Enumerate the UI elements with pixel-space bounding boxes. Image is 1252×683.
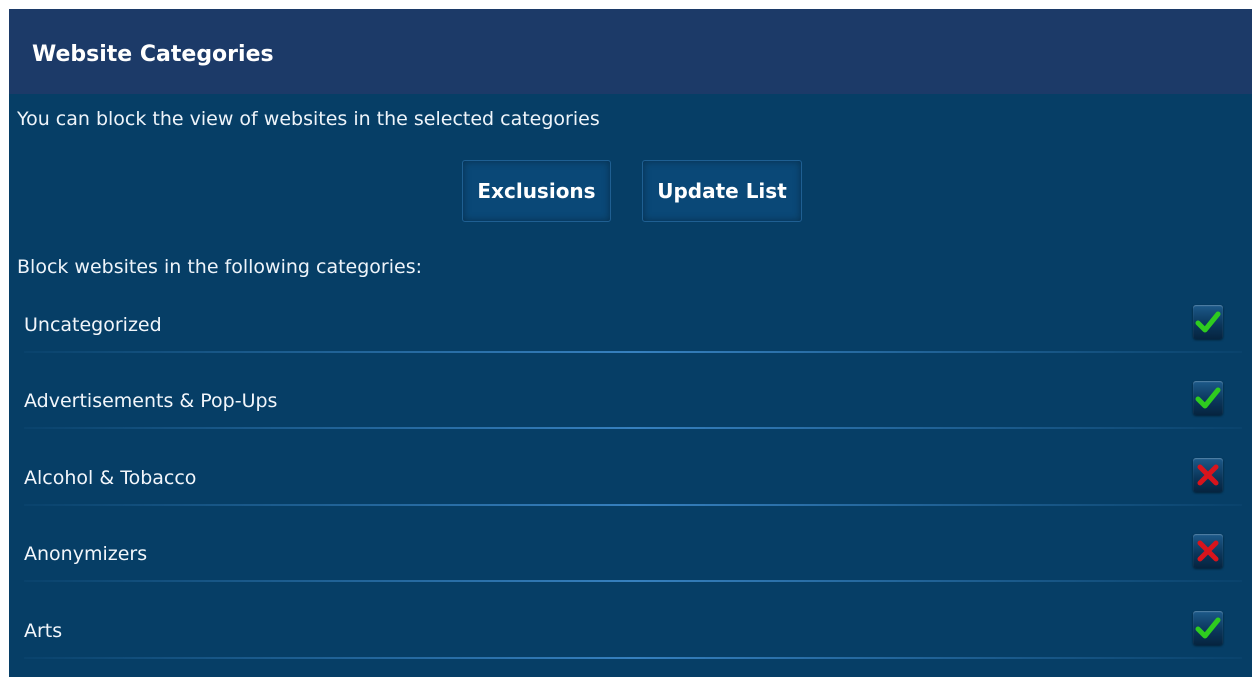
cross-icon xyxy=(1197,464,1219,486)
description-text: You can block the view of websites in th… xyxy=(17,108,600,130)
section-label: Block websites in the following categori… xyxy=(17,256,423,278)
website-categories-panel: Website Categories You can block the vie… xyxy=(9,9,1252,677)
row-divider xyxy=(24,580,1242,582)
category-row-uncategorized[interactable]: Uncategorized xyxy=(9,301,1252,377)
check-icon xyxy=(1195,617,1221,639)
category-row-anonymizers[interactable]: Anonymizers xyxy=(9,530,1252,606)
page-title: Website Categories xyxy=(32,42,274,67)
category-toggle[interactable] xyxy=(1193,534,1223,568)
panel-header: Website Categories xyxy=(9,9,1252,94)
category-toggle[interactable] xyxy=(1193,381,1223,415)
exclusions-button[interactable]: Exclusions xyxy=(462,160,611,222)
category-label: Advertisements & Pop-Ups xyxy=(24,390,278,412)
category-row-arts[interactable]: Arts xyxy=(9,607,1252,683)
row-divider xyxy=(24,351,1242,353)
category-label: Uncategorized xyxy=(24,314,162,336)
category-toggle[interactable] xyxy=(1193,458,1223,492)
cross-icon xyxy=(1197,540,1219,562)
category-label: Arts xyxy=(24,620,63,642)
row-divider xyxy=(24,504,1242,506)
check-icon xyxy=(1195,387,1221,409)
category-label: Alcohol & Tobacco xyxy=(24,467,197,489)
check-icon xyxy=(1195,311,1221,333)
category-toggle[interactable] xyxy=(1193,305,1223,339)
category-toggle[interactable] xyxy=(1193,611,1223,645)
category-row-alcohol-tobacco[interactable]: Alcohol & Tobacco xyxy=(9,454,1252,530)
row-divider xyxy=(24,657,1242,659)
category-label: Anonymizers xyxy=(24,543,148,565)
row-divider xyxy=(24,427,1242,429)
update-list-button[interactable]: Update List xyxy=(642,160,802,222)
category-row-advertisements[interactable]: Advertisements & Pop-Ups xyxy=(9,377,1252,453)
